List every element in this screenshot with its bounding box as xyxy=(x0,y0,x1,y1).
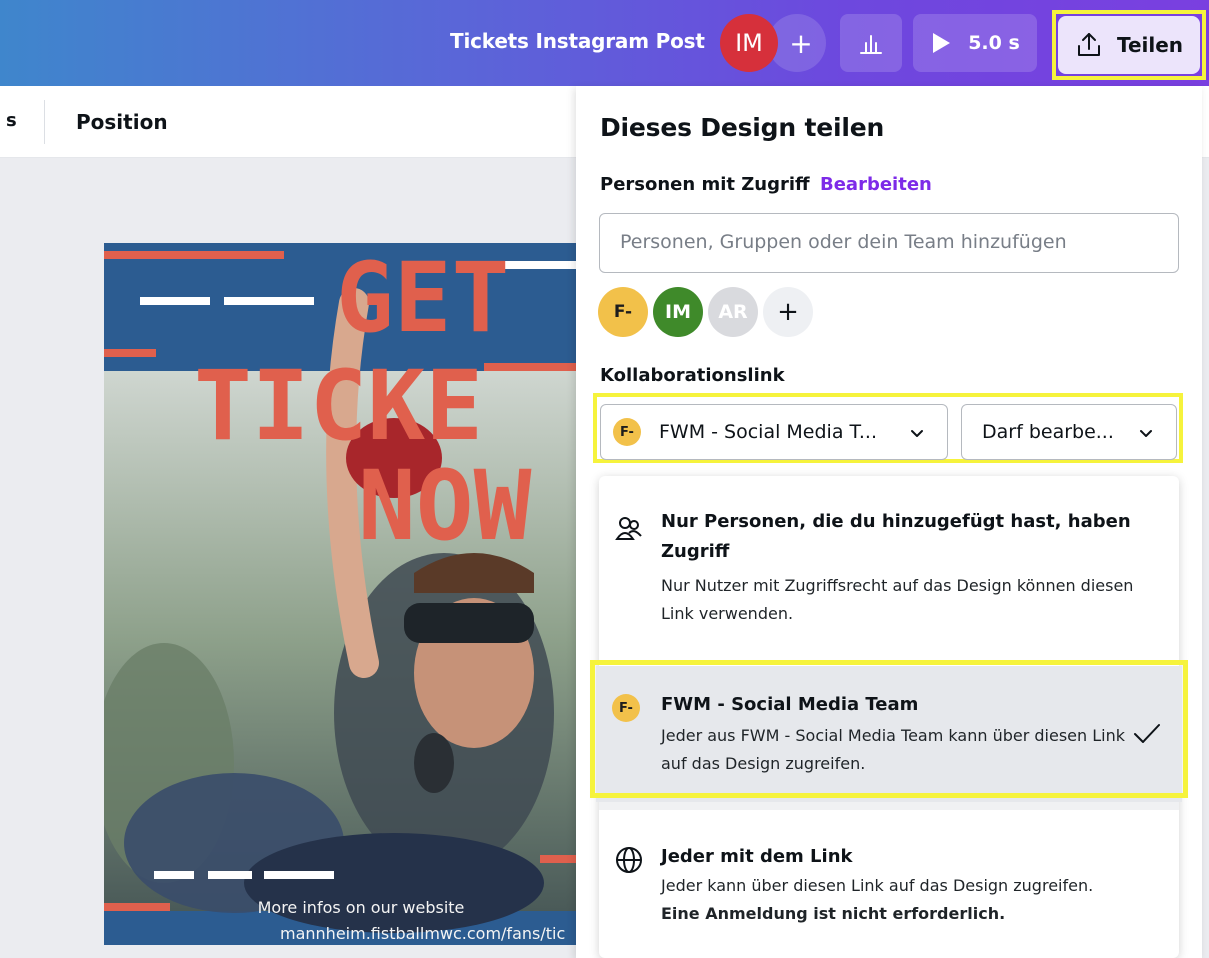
team-select-value: FWM - Social Media T... xyxy=(659,421,877,443)
upload-icon xyxy=(1077,33,1100,56)
user-avatar[interactable]: IM xyxy=(720,14,778,72)
poster-url-line: mannheim.fistballmwc.com/fans/tic xyxy=(280,924,566,943)
avatar-team[interactable]: F- xyxy=(598,287,648,337)
permission-select[interactable]: Darf bearbe... xyxy=(961,404,1177,460)
chevron-down-icon xyxy=(1140,430,1152,437)
share-button[interactable]: Teilen xyxy=(1058,16,1200,74)
option-description: Nur Nutzer mit Zugriffsrecht auf das Des… xyxy=(661,576,1134,623)
panel-title: Dieses Design teilen xyxy=(600,113,885,142)
globe-icon xyxy=(616,847,642,873)
people-icon xyxy=(615,517,642,540)
permission-select-value: Darf bearbe... xyxy=(982,421,1114,443)
toolbar-fragment[interactable]: s xyxy=(6,110,17,131)
collab-link-label: Kollaborationslink xyxy=(600,365,785,386)
avatar-ar[interactable]: AR xyxy=(708,287,758,337)
poster-artwork: GET TICKE NOW xyxy=(104,243,578,945)
poster-design[interactable]: GET TICKE NOW More infos on our website … xyxy=(104,243,578,945)
plus-icon: + xyxy=(789,26,813,60)
option-restricted[interactable]: Nur Personen, die du hinzugefügt hast, h… xyxy=(599,476,1179,660)
check-icon xyxy=(1134,724,1160,743)
option-title: FWM - Social Media Team xyxy=(661,694,919,715)
toolbar-divider xyxy=(44,100,45,144)
option-anyone[interactable]: Jeder mit dem Link Jeder kann über diese… xyxy=(599,810,1179,958)
team-avatar: F- xyxy=(613,418,641,446)
duration-label: 5.0 s xyxy=(968,32,1020,54)
add-people-input[interactable]: Personen, Gruppen oder dein Team hinzufü… xyxy=(599,213,1179,273)
poster-headline-1: GET xyxy=(336,243,509,354)
poster-info-line: More infos on our website xyxy=(257,898,465,917)
design-title[interactable]: Tickets Instagram Post xyxy=(450,29,705,53)
bar-chart-icon xyxy=(860,35,882,54)
play-icon xyxy=(933,33,951,53)
top-bar: Tickets Instagram Post + IM 5.0 s Teilen xyxy=(0,0,1209,86)
team-select[interactable]: F- FWM - Social Media T... xyxy=(600,404,948,460)
link-access-menu: Nur Personen, die du hinzugefügt hast, h… xyxy=(590,476,1188,958)
option-title: Jeder mit dem Link xyxy=(661,846,853,867)
chevron-down-icon xyxy=(911,430,923,437)
edit-access-link[interactable]: Bearbeiten xyxy=(820,174,932,195)
position-button[interactable]: Position xyxy=(76,110,168,134)
access-label: Personen mit Zugriff xyxy=(600,174,810,195)
menu-separator xyxy=(599,802,1179,810)
team-option-avatar: F- xyxy=(612,694,640,722)
option-note: Eine Anmeldung ist nicht erforderlich. xyxy=(661,904,1006,923)
insights-button[interactable] xyxy=(840,14,902,72)
poster-headline-2: TICKE xyxy=(194,350,483,462)
option-description: Jeder kann über diesen Link auf das Desi… xyxy=(661,876,1094,895)
present-button[interactable]: 5.0 s xyxy=(913,14,1037,72)
add-person-button[interactable]: + xyxy=(763,287,813,337)
avatar-im[interactable]: IM xyxy=(653,287,703,337)
share-label: Teilen xyxy=(1116,33,1184,57)
poster-headline-3: NOW xyxy=(358,450,532,562)
option-description: Jeder aus FWM - Social Media Team kann ü… xyxy=(661,726,1125,773)
option-title: Nur Personen, die du hinzugefügt hast, h… xyxy=(661,511,1131,562)
